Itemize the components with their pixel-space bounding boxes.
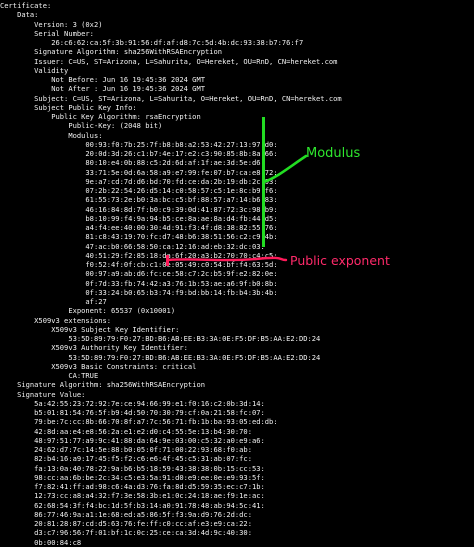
terminal-line: 79:be:7c:cc:8b:66:70:8f:a7:7c:56:71:fb:1…: [0, 417, 278, 427]
terminal-line: 98:cc:aa:6b:be:2c:34:c5:e3:5a:91:d0:e9:e…: [0, 472, 265, 482]
terminal-line: 0f:33:24:b0:65:b3:74:f9:bd:bb:14:fb:b4:3…: [0, 287, 278, 297]
terminal-line: 33:71:5e:0d:6a:58:a9:e7:99:fe:07:b7:ca:e…: [0, 167, 278, 177]
terminal-line: 42:8d:aa:e4:e8:56:2a:e1:e2:d0:c4:55:5e:1…: [0, 426, 252, 436]
terminal-line: X509v3 Authority Key Identifier:: [0, 343, 188, 353]
terminal-line: Version: 3 (0x2): [0, 19, 103, 29]
terminal-line: X509v3 Basic Constraints: critical: [0, 361, 197, 371]
terminal-line: Not After : Jun 16 19:45:36 2024 GMT: [0, 84, 205, 94]
terminal-line: f7:82:41:ff:ad:98:c6:4a:d3:76:fa:8d:d5:5…: [0, 482, 265, 491]
terminal-line: 0b:00:84:c8: [0, 537, 82, 547]
terminal-line: 86:77:46:9a:a1:1e:68:ed:a5:86:5f:f3:9a:d…: [0, 509, 252, 519]
public-exponent-pointer: [166, 256, 288, 262]
terminal-line: 20:0d:3d:26:c1:b7:4e:17:e2:c3:90:85:8b:8…: [0, 149, 278, 158]
terminal-line: 81:c8:43:19:70:fc:d7:48:b6:38:51:56:c2:c…: [0, 232, 278, 242]
terminal-line: 82:b4:16:a9:17:45:f5:f2:c6:e6:4f:45:c5:3…: [0, 454, 252, 464]
modulus-arrow: [262, 154, 308, 184]
terminal-line: Validity: [0, 65, 69, 75]
terminal-line: Signature Algorithm: sha256WithRSAEncryp…: [0, 380, 205, 390]
terminal-line: 80:10:e4:0b:88:c5:2d:6d:af:1f:ae:3d:5e:d…: [0, 158, 265, 168]
terminal-line: Issuer: C=US, ST=Arizona, L=Sahurita, O=…: [0, 56, 338, 66]
terminal-line: 12:73:cc:a8:a4:32:f7:3e:58:3b:e1:0c:24:1…: [0, 491, 265, 501]
terminal-line: Public-Key: (2048 bit): [0, 121, 163, 131]
terminal-line: Serial Number:: [0, 28, 94, 38]
terminal-line: af:27: [0, 297, 107, 306]
terminal-line: Public Key Algorithm: rsaEncryption: [0, 112, 201, 121]
terminal-line: 26:c6:62:ca:5f:3b:91:56:df:af:d8:7c:5d:4…: [0, 38, 304, 47]
terminal-line: 48:97:51:77:a9:9c:41:88:da:64:9e:03:00:c…: [0, 435, 265, 445]
terminal-line: Subject Public Key Info:: [0, 102, 137, 112]
terminal-line: CA:TRUE: [0, 371, 99, 380]
terminal-line: 53:5D:89:79:F0:27:BD:B6:AB:EE:B3:3A:0E:F…: [0, 334, 321, 343]
terminal-line: 61:55:73:2e:b0:3a:bc:c5:bf:88:57:a7:14:b…: [0, 195, 278, 205]
terminal-line: 5a:42:55:23:72:92:7e:ce:94:66:99:e1:f0:1…: [0, 398, 265, 408]
terminal-line: 20:81:28:87:cd:d5:63:76:fe:ff:c0:cc:af:e…: [0, 519, 252, 528]
terminal-line: Certificate:: [0, 1, 52, 10]
terminal-line: 24:62:d7:7c:14:5e:88:b0:05:0f:71:00:22:9…: [0, 445, 252, 454]
terminal-line: a4:f4:ee:40:00:30:4d:91:f3:4f:d8:38:82:5…: [0, 223, 278, 232]
terminal-line: 62:68:54:3f:f4:bc:1d:5f:b3:14:a0:91:78:4…: [0, 500, 265, 510]
terminal-line: 0f:7d:33:fb:74:42:a3:76:1b:53:ae:a6:9f:b…: [0, 278, 278, 288]
modulus-annotation-label: Modulus: [306, 146, 361, 161]
terminal-line: Data:: [0, 10, 39, 20]
terminal-line: 46:16:84:8d:7f:b0:c9:39:0d:41:87:72:3c:9…: [0, 204, 278, 214]
terminal-line: Modulus:: [0, 130, 103, 140]
terminal-line: Signature Algorithm: sha256WithRSAEncryp…: [0, 47, 223, 57]
terminal-line: Not Before: Jun 16 19:45:36 2024 GMT: [0, 75, 205, 84]
terminal-output: Certificate: Data: Version: 3 (0x2) Seri…: [0, 0, 474, 547]
terminal-line: b8:10:99:f4:9a:94:b5:ce:8a:ae:8a:d4:fb:4…: [0, 213, 278, 223]
terminal-line: 07:2b:22:54:26:d5:14:c0:58:57:c5:1e:8c:b…: [0, 186, 278, 195]
terminal-line: 47:ac:b0:66:58:50:ca:12:16:ad:eb:32:dc:0…: [0, 241, 265, 251]
terminal-line: 53:5D:89:79:F0:27:BD:B6:AB:EE:B3:3A:0E:F…: [0, 352, 321, 362]
terminal-line: Signature Value:: [0, 389, 86, 399]
terminal-line: 00:97:a9:ab:d6:fc:ce:58:c7:2c:b5:9f:e2:8…: [0, 269, 278, 279]
terminal-line: 9e:a7:cd:7d:d6:bd:70:fd:ce:da:2b:19:db:2…: [0, 176, 278, 186]
terminal-line: X509v3 extensions:: [0, 315, 112, 325]
terminal-line: 00:93:f0:7b:25:7f:b8:b8:a2:53:42:27:13:9…: [0, 139, 278, 149]
public-exponent-annotation-label: Public exponent: [290, 253, 390, 268]
terminal-line: b5:01:81:54:76:5f:b9:4d:50:70:30:79:cf:0…: [0, 408, 265, 417]
terminal-line: fa:13:0a:40:78:22:9a:b6:b5:18:59:43:38:3…: [0, 463, 265, 473]
terminal-line: d3:c7:96:56:7f:01:bf:1c:0c:25:ce:ca:3d:4…: [0, 528, 252, 538]
terminal-line: Subject: C=US, ST=Arizona, L=Sahurita, O…: [0, 93, 342, 103]
terminal-line: Exponent: 65537 (0x10001): [0, 306, 176, 316]
terminal-line: X509v3 Subject Key Identifier:: [0, 324, 180, 334]
